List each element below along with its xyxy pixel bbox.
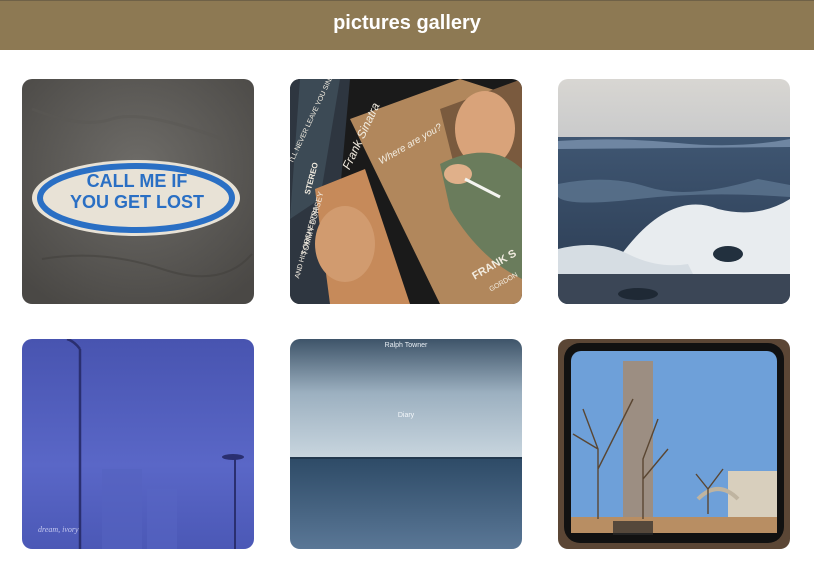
gallery-image-window-view[interactable] — [558, 339, 790, 549]
patch-image — [22, 79, 254, 304]
gallery-image-diary-album[interactable]: Ralph Towner Diary — [290, 339, 522, 549]
ocean-image — [558, 79, 790, 304]
gallery-image-patch[interactable]: CALL ME IF YOU GET LOST — [22, 79, 254, 304]
records-image — [290, 79, 522, 304]
blue-fog-image — [22, 339, 254, 549]
window-view-image — [558, 339, 790, 549]
gallery-image-ocean[interactable] — [558, 79, 790, 304]
gallery-image-blue-fog[interactable]: dream, ivory — [22, 339, 254, 549]
page-header: pictures gallery — [0, 0, 814, 50]
gallery-image-records[interactable]: Frank Sinatra Where are you? FRANK S STE… — [290, 79, 522, 304]
page-title: pictures gallery — [333, 12, 481, 34]
diary-album-image — [290, 339, 522, 549]
